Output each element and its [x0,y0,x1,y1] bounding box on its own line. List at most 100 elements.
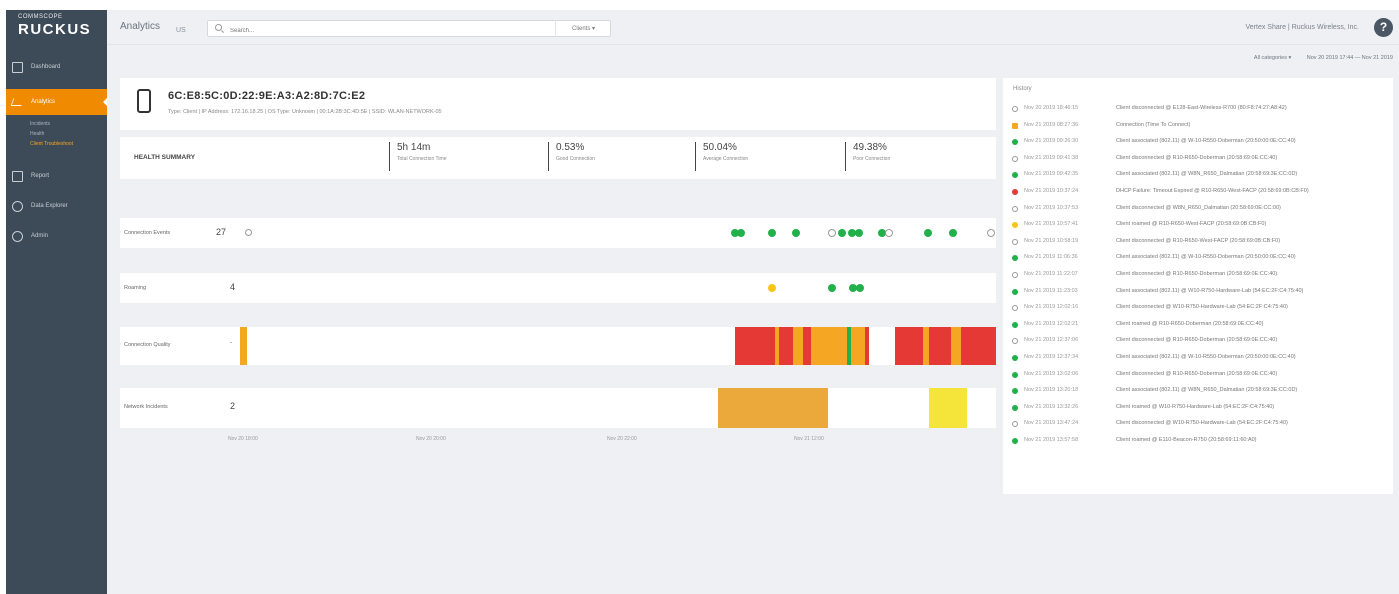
history-item[interactable]: Nov 21 2019 13:57:58 Client roamed @ E110… [1012,435,1388,448]
history-timestamp: Nov 21 2019 13:47:24 [1024,420,1079,427]
quality-lane [735,327,996,365]
history-message: Client disconnected @ R10-R650-Doberman … [1116,154,1278,161]
category-filter[interactable]: All categories ▾ [1254,55,1291,61]
history-message: Client associated (802.11) @ W-10-R550-D… [1116,254,1296,261]
account-name[interactable]: Vertex Share | Ruckus Wireless, Inc. [1246,24,1359,31]
subnav-incidents[interactable]: Incidents [30,119,107,129]
history-message: DHCP Failure: Timeout Expired @ R10-R650… [1116,188,1309,194]
clock-icon [1012,155,1018,162]
history-title: History [1013,86,1032,92]
quality-segment-poor[interactable] [803,327,811,365]
history-timestamp: Nov 21 2019 13:57:58 [1024,437,1079,443]
history-item[interactable]: Nov 21 2019 10:37:53 Client disconnected … [1012,203,1388,216]
row-count: 2 [230,401,236,411]
quality-segment-average[interactable] [811,327,847,365]
roam-marker[interactable] [768,284,776,292]
event-marker[interactable] [737,229,745,237]
history-timestamp: Nov 21 2019 13:32:26 [1024,403,1079,410]
roaming-lane [725,273,996,303]
history-item[interactable]: Nov 21 2019 13:20:18 Client associated (8… [1012,385,1388,398]
row-label: Network Incidents [124,404,168,410]
history-item[interactable]: Nov 21 2019 11:06:36 Client associated (8… [1012,252,1388,265]
event-marker[interactable] [792,229,800,237]
history-item[interactable]: Nov 21 2019 13:02:06 Client disconnected … [1012,369,1388,382]
history-message: Client roamed @ W10-R750-Hardware-Lab (5… [1116,403,1275,410]
app-window: COMMSCOPE RUCKUS Dashboard Analytics Inc… [0,0,1399,594]
quality-segment-average[interactable] [951,327,961,365]
event-marker[interactable] [828,229,836,237]
status-dot-icon [1012,288,1018,295]
history-timestamp: Nov 21 2019 12:02:21 [1024,320,1079,327]
history-item[interactable]: Nov 21 2019 09:41:38 Client disconnected … [1012,153,1388,166]
dashboard-icon [12,61,23,73]
quality-segment-poor[interactable] [961,327,996,365]
network-incidents-row: Network Incidents 2 [120,388,996,428]
clock-icon [1012,338,1018,345]
history-item[interactable]: Nov 21 2019 12:02:21 Client roamed @ R10-… [1012,319,1388,332]
history-item[interactable]: Nov 21 2019 12:37:06 Client disconnected … [1012,335,1388,348]
history-item[interactable]: Nov 21 2019 13:47:24 Client disconnected … [1012,418,1388,431]
status-dot-icon [1012,321,1018,328]
row-label: Connection Quality [124,342,171,348]
history-timestamp: Nov 21 2019 10:37:24 [1024,188,1079,194]
event-marker[interactable] [838,229,846,237]
history-timestamp: Nov 21 2019 11:06:36 [1024,254,1078,261]
history-item[interactable]: Nov 21 2019 11:23:03 Client associated (8… [1012,286,1388,299]
analytics-subnav: Incidents Health Client Troubleshoot [6,115,107,157]
incident-bar[interactable] [718,388,828,428]
history-item[interactable]: Nov 20 2019 18:46:15 Client disconnected … [1012,103,1388,116]
quality-segment-poor[interactable] [895,327,923,365]
sidebar-item-admin[interactable]: Admin [6,223,107,249]
history-item[interactable]: Nov 21 2019 12:37:34 Client associated (8… [1012,352,1388,365]
search-input[interactable] [207,20,611,37]
event-marker[interactable] [855,229,863,237]
history-timestamp: Nov 21 2019 13:02:06 [1024,370,1079,377]
quality-segment-poor[interactable] [735,327,775,365]
history-item[interactable]: Nov 21 2019 10:58:19 Client disconnected … [1012,236,1388,249]
quality-segment-poor[interactable] [929,327,951,365]
event-marker[interactable] [924,229,932,237]
history-timestamp: Nov 21 2019 09:26:30 [1024,138,1079,145]
history-item[interactable]: Nov 21 2019 09:42:35 Client associated (8… [1012,169,1388,182]
sidebar-item-report[interactable]: Report [6,163,107,189]
history-item[interactable]: Nov 21 2019 09:26:30 Client associated (8… [1012,136,1388,149]
sidebar-item-analytics[interactable]: Analytics [6,89,108,115]
quality-segment-average[interactable] [851,327,865,365]
quality-segment-poor[interactable] [779,327,793,365]
quality-segment-average[interactable] [793,327,803,365]
sidebar-item-dashboard[interactable]: Dashboard [6,54,107,80]
health-summary: HEALTH SUMMARY 5h 14m Total Connection T… [120,137,996,179]
metric-good-connection: 0.53% Good Connection [548,142,595,171]
event-marker[interactable] [949,229,957,237]
history-timestamp: Nov 21 2019 09:42:35 [1024,171,1079,178]
history-item[interactable]: Nov 21 2019 11:22:07 Client disconnected … [1012,269,1388,282]
incident-bar[interactable] [929,388,967,428]
event-marker[interactable] [885,229,893,237]
history-item[interactable]: Nov 21 2019 10:57:41 Client roamed @ R10-… [1012,219,1388,232]
roam-marker[interactable] [828,284,836,292]
search-scope-dropdown[interactable]: Clients ▾ [555,20,611,37]
quality-segment-average[interactable] [240,327,247,365]
analytics-icon [10,98,25,106]
event-marker[interactable] [768,229,776,237]
history-item[interactable]: Nov 21 2019 10:37:24 DHCP Failure: Timeou… [1012,186,1388,199]
filter-icon[interactable] [245,229,252,236]
roam-marker[interactable] [856,284,864,292]
history-item[interactable]: Nov 21 2019 12:02:16 Client disconnected … [1012,302,1388,315]
history-item[interactable]: Nov 21 2019 08:27:36 Connection (Time To … [1012,120,1388,133]
event-marker[interactable] [987,229,995,237]
row-label: Connection Events [124,230,171,236]
date-range-picker[interactable]: Nov 20 2019 17:44 — Nov 21 2019 [1307,55,1393,61]
quality-segment-poor[interactable] [865,327,869,365]
status-dot-icon [1012,139,1018,146]
history-timestamp: Nov 20 2019 18:46:15 [1024,105,1079,111]
subnav-client-troubleshoot[interactable]: Client Troubleshoot [30,139,107,149]
subnav-health[interactable]: Health [30,129,107,139]
region-label[interactable]: US [176,27,186,34]
history-timestamp: Nov 21 2019 09:41:38 [1024,154,1079,161]
help-icon[interactable]: ? [1374,18,1393,37]
history-item[interactable]: Nov 21 2019 13:32:26 Client roamed @ W10-… [1012,402,1388,415]
history-message: Client roamed @ E110-Beacon-R750 (20:58:… [1116,437,1257,443]
filters-bar: All categories ▾ Nov 20 2019 17:44 — Nov… [1240,55,1393,61]
sidebar-item-data-explorer[interactable]: Data Explorer [6,193,107,219]
